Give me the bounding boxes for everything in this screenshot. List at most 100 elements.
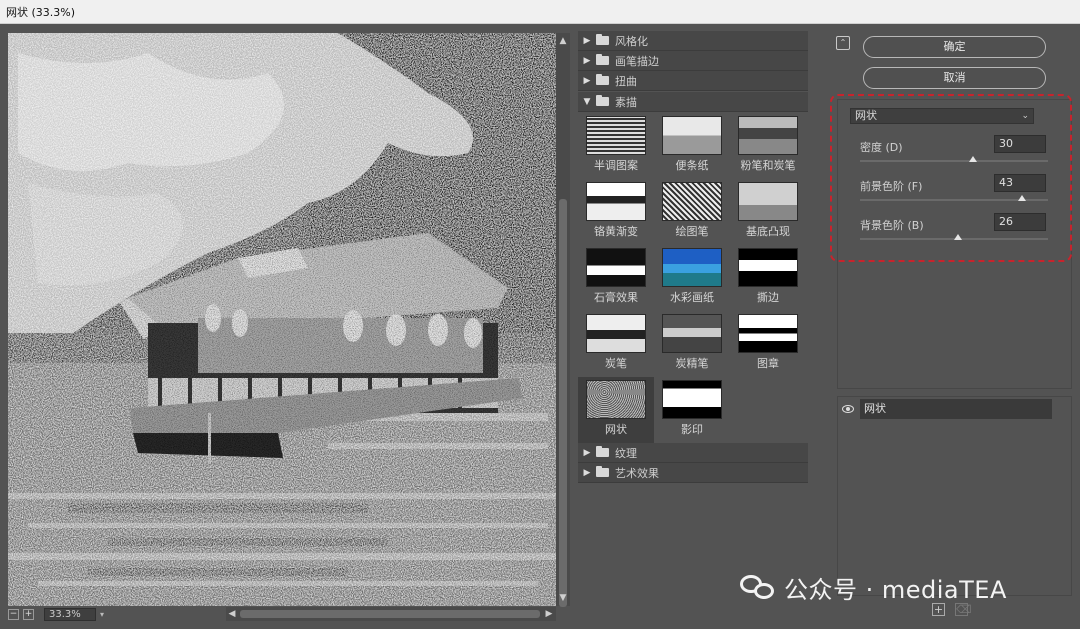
expand-arrow-icon: ▶	[583, 75, 591, 86]
filter-thumbnail	[586, 314, 646, 353]
expand-arrow-icon: ▶	[583, 55, 591, 66]
effect-layer-row[interactable]: 网状	[838, 399, 1054, 419]
foreground-level-label: 前景色阶 (F)	[860, 180, 923, 193]
filter-label: 铬黄渐变	[594, 225, 638, 238]
filter-graphic-pen[interactable]: 绘图笔	[654, 179, 730, 245]
effect-layer-name[interactable]: 网状	[860, 399, 1052, 419]
category-artistic[interactable]: ▶ 艺术效果	[578, 463, 808, 483]
scroll-right-arrow-icon[interactable]: ▶	[544, 608, 554, 620]
title-bar: 网状 (33.3%)	[0, 0, 1080, 24]
filter-thumbnail	[662, 116, 722, 155]
category-texture[interactable]: ▶ 纹理	[578, 443, 808, 463]
density-param: 密度 (D) 30	[860, 135, 1050, 171]
filter-thumbnail	[738, 116, 798, 155]
category-label: 艺术效果	[615, 466, 659, 480]
horizontal-scroll-thumb[interactable]	[240, 610, 540, 618]
filter-conte-crayon[interactable]: 炭精笔	[654, 311, 730, 377]
filter-label: 便条纸	[675, 159, 709, 172]
filter-reticulation[interactable]: 网状	[578, 377, 654, 443]
filter-thumbnail	[738, 314, 798, 353]
vertical-scroll-thumb[interactable]	[559, 199, 567, 607]
foreground-level-input[interactable]: 43	[994, 174, 1046, 192]
category-label: 画笔描边	[615, 54, 659, 68]
filter-plaster[interactable]: 石膏效果	[578, 245, 654, 311]
filter-chrome[interactable]: 铬黄渐变	[578, 179, 654, 245]
filter-halftone-pattern[interactable]: 半调图案	[578, 113, 654, 179]
filter-select-value: 网状	[855, 109, 877, 122]
zoom-out-button[interactable]: −	[8, 608, 19, 620]
background-level-input[interactable]: 26	[994, 213, 1046, 231]
filter-label: 粉笔和炭笔	[740, 159, 796, 172]
category-brush-strokes[interactable]: ▶ 画笔描边	[578, 51, 808, 71]
filter-bas-relief[interactable]: 基底凸现	[730, 179, 806, 245]
scroll-up-arrow-icon[interactable]: ▲	[558, 36, 568, 46]
filter-label: 撕边	[757, 291, 779, 304]
folder-icon	[596, 34, 609, 45]
filter-note-paper[interactable]: 便条纸	[654, 113, 730, 179]
expand-arrow-icon: ▶	[583, 447, 591, 458]
filter-label: 绘图笔	[675, 225, 709, 238]
open-folder-icon	[596, 95, 609, 106]
zoom-in-button[interactable]: +	[23, 608, 34, 620]
preview-vertical-scrollbar[interactable]: ▲ ▼	[556, 33, 570, 607]
density-slider-track[interactable]	[860, 160, 1048, 162]
filter-label: 基底凸现	[746, 225, 790, 238]
filter-select[interactable]: 网状 ⌄	[850, 108, 1034, 124]
folder-icon	[596, 74, 609, 85]
foreground-level-param: 前景色阶 (F) 43	[860, 174, 1050, 210]
category-label: 素描	[615, 95, 637, 109]
filter-thumbnails: 半调图案 便条纸 粉笔和炭笔 铬黄渐变 绘图笔 基底凸现 石膏效果 水彩画纸 撕…	[578, 113, 808, 443]
filter-thumbnail	[586, 116, 646, 155]
expand-arrow-icon: ▶	[583, 35, 591, 46]
background-level-label: 背景色阶 (B)	[860, 219, 924, 232]
cancel-button[interactable]: 取消	[863, 67, 1046, 89]
zoom-level-field[interactable]: 33.3%	[44, 607, 96, 621]
scroll-left-arrow-icon[interactable]: ◀	[227, 608, 237, 620]
filter-chalk-charcoal[interactable]: 粉笔和炭笔	[730, 113, 806, 179]
density-label: 密度 (D)	[860, 141, 903, 154]
preview-image[interactable]	[8, 33, 556, 606]
filter-thumbnail	[586, 182, 646, 221]
collapse-gallery-button[interactable]: ⌃	[836, 36, 850, 50]
filter-thumbnail	[662, 380, 722, 419]
window-title: 网状 (33.3%)	[6, 6, 76, 19]
filter-thumbnail	[738, 182, 798, 221]
filter-thumbnail	[662, 182, 722, 221]
filter-water-paper[interactable]: 水彩画纸	[654, 245, 730, 311]
category-distort[interactable]: ▶ 扭曲	[578, 71, 808, 91]
background-level-slider-knob[interactable]	[953, 234, 962, 240]
category-sketch[interactable]: ▼ 素描	[578, 92, 808, 112]
background-level-param: 背景色阶 (B) 26	[860, 213, 1050, 249]
category-label: 扭曲	[615, 74, 637, 88]
density-input[interactable]: 30	[994, 135, 1046, 153]
filter-label: 影印	[681, 423, 703, 436]
preview-horizontal-scrollbar[interactable]: ◀ ▶	[226, 607, 556, 621]
category-label: 风格化	[615, 34, 648, 48]
watermark: 公众号 · mediaTEA	[740, 570, 1007, 605]
category-label: 纹理	[615, 446, 637, 460]
filter-label: 网状	[605, 423, 627, 436]
filter-thumbnail	[662, 314, 722, 353]
scroll-down-arrow-icon[interactable]: ▼	[558, 593, 568, 603]
ok-button[interactable]: 确定	[863, 36, 1046, 58]
visibility-eye-icon[interactable]	[842, 405, 854, 413]
filter-label: 炭笔	[605, 357, 627, 370]
effect-layers-panel: 网状	[837, 396, 1072, 596]
filter-label: 炭精笔	[675, 357, 709, 370]
foreground-level-slider-knob[interactable]	[1017, 195, 1026, 201]
filter-label: 半调图案	[594, 159, 638, 172]
expand-arrow-icon: ▶	[583, 467, 591, 478]
collapse-arrow-icon: ▼	[583, 96, 591, 107]
wechat-logo-icon	[740, 574, 774, 601]
filter-torn-edges[interactable]: 撕边	[730, 245, 806, 311]
filter-photocopy[interactable]: 影印	[654, 377, 730, 443]
filter-gallery: ▶ 风格化 ▶ 画笔描边 ▶ 扭曲 ▼ 素描 半调图案 便条纸 粉笔和炭笔 铬黄…	[578, 31, 809, 621]
folder-icon	[596, 446, 609, 457]
filter-stamp[interactable]: 图章	[730, 311, 806, 377]
category-stylize[interactable]: ▶ 风格化	[578, 31, 808, 51]
density-slider-knob[interactable]	[968, 156, 977, 162]
filter-label: 水彩画纸	[670, 291, 714, 304]
filter-thumbnail	[662, 248, 722, 287]
zoom-dropdown-chevron-icon[interactable]: ▾	[100, 610, 104, 619]
filter-charcoal[interactable]: 炭笔	[578, 311, 654, 377]
